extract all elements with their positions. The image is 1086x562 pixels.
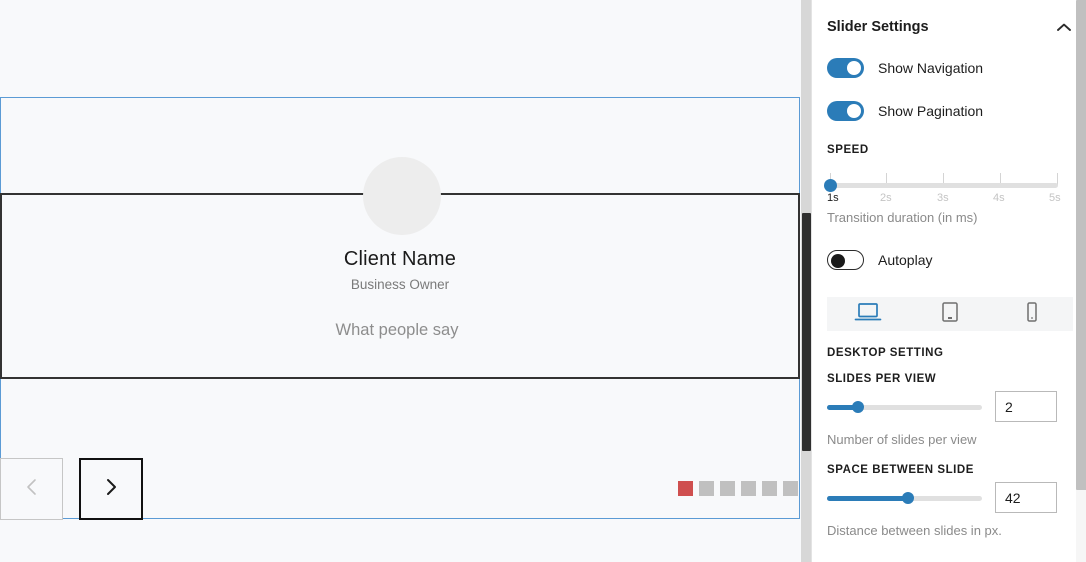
slides-per-view-help: Number of slides per view [827,432,977,447]
device-setting-label: DESKTOP SETTING [827,347,944,359]
autoplay-row[interactable]: Autoplay [827,241,1073,279]
show-navigation-toggle[interactable] [827,58,864,78]
speed-tick-label: 4s [993,192,1005,204]
pagination-bullet[interactable] [741,481,756,496]
pagination-bullet[interactable] [699,481,714,496]
pagination-bullet[interactable] [720,481,735,496]
toggle-knob [847,61,861,75]
slider-settings-header[interactable]: Slider Settings [827,0,1073,44]
show-navigation-row[interactable]: Show Navigation [827,49,1073,87]
preview-scrollbar[interactable] [801,0,811,562]
show-pagination-label: Show Pagination [878,103,984,119]
client-role-text: Business Owner [350,277,450,292]
speed-tick-labels: 1s 2s 3s 4s 5s [827,192,1061,206]
space-between-slider[interactable] [827,485,982,511]
speed-tick-label: 3s [937,192,949,204]
tablet-icon [940,301,960,328]
settings-scroll-area: Slider Settings Show Navigation Show Pag… [812,0,1086,562]
tab-tablet[interactable] [909,297,991,331]
slides-per-view-row[interactable]: 2 [827,391,1073,422]
testimonial-slide[interactable]: Client Name Business Owner What people s… [0,157,800,379]
slider-preview-canvas: Client Name Business Owner What people s… [0,0,811,562]
space-between-input[interactable]: 42 [995,482,1057,513]
chevron-left-icon [24,475,40,504]
slider-prev-button[interactable] [0,458,63,520]
pagination-bullet[interactable] [762,481,777,496]
slider-pagination[interactable] [678,481,798,496]
space-between-help: Distance between slides in px. [827,523,1002,538]
chevron-up-icon[interactable] [1055,18,1073,36]
speed-slider[interactable]: 1s 2s 3s 4s 5s [824,166,1073,208]
settings-scrollbar-thumb[interactable] [1076,0,1086,490]
preview-scrollbar-thumb[interactable] [802,213,811,451]
toggle-knob [847,104,861,118]
autoplay-label: Autoplay [878,252,933,268]
mobile-icon [1025,301,1039,328]
chevron-right-icon [103,475,119,504]
slides-per-view-input[interactable]: 2 [995,391,1057,422]
speed-tick-label: 1s [827,192,839,204]
show-navigation-label: Show Navigation [878,60,984,76]
speed-slider-track[interactable] [830,183,1058,188]
slider-next-button[interactable] [79,458,143,520]
pagination-bullet[interactable] [678,481,693,496]
client-name-text: Client Name [343,248,457,270]
panel-title: Slider Settings [827,19,929,35]
speed-tick-label: 5s [1049,192,1061,204]
speed-help-text: Transition duration (in ms) [827,210,978,225]
testimonial-slide-content: Client Name Business Owner What people s… [2,157,798,377]
slider-editor-screen: Client Name Business Owner What people s… [0,0,1086,562]
speed-label: SPEED [827,144,869,156]
toggle-knob [831,254,845,268]
tab-mobile[interactable] [991,297,1073,331]
slider-handle[interactable] [902,492,914,504]
speed-slider-handle[interactable] [824,179,837,192]
space-between-row[interactable]: 42 [827,482,1073,513]
slider-handle[interactable] [852,401,864,413]
laptop-icon [854,301,882,328]
device-tab-bar[interactable] [827,297,1073,331]
space-between-label: SPACE BETWEEN SLIDE [827,464,974,476]
slides-per-view-label: SLIDES PER VIEW [827,373,937,385]
speed-tick-label: 2s [880,192,892,204]
show-pagination-toggle[interactable] [827,101,864,121]
avatar-placeholder-icon [363,157,441,235]
tab-desktop[interactable] [827,297,909,331]
client-quote-text: What people say [335,321,459,339]
slides-per-view-slider[interactable] [827,394,982,420]
show-pagination-row[interactable]: Show Pagination [827,92,1073,130]
autoplay-toggle[interactable] [827,250,864,270]
slider-fill [827,495,908,501]
settings-scrollbar[interactable] [1076,0,1086,562]
settings-panel: Slider Settings Show Navigation Show Pag… [811,0,1086,562]
pagination-bullet[interactable] [783,481,798,496]
